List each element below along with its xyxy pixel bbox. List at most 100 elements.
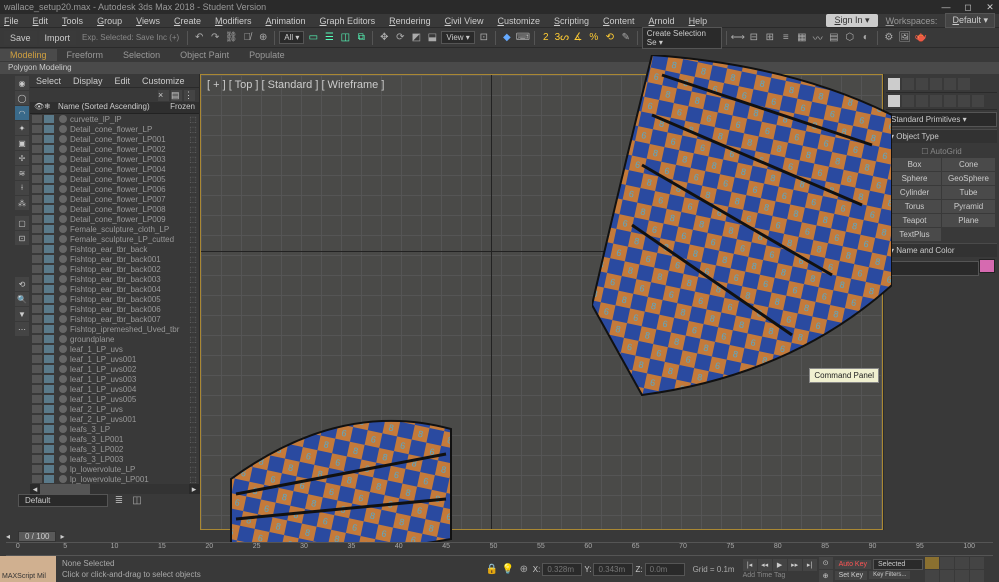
visibility-toggle-icon[interactable] <box>32 445 42 453</box>
visibility-toggle-icon[interactable] <box>32 195 42 203</box>
render-setup-icon[interactable]: ⚙ <box>882 31 896 45</box>
scene-item[interactable]: leafs_3_LP002⬚ <box>30 444 199 454</box>
freeze-toggle-icon[interactable] <box>44 285 54 293</box>
lock-icon[interactable]: ⬚ <box>189 475 197 484</box>
z-coord-input[interactable] <box>645 563 685 576</box>
workspace-dropdown[interactable]: Default ▾ <box>945 13 995 28</box>
lock-icon[interactable]: ⬚ <box>189 355 197 364</box>
motion-panel-icon[interactable] <box>930 78 942 90</box>
scene-item[interactable]: Fishtop_ear_tbr_back003⬚ <box>30 274 199 284</box>
freeze-toggle-icon[interactable] <box>44 235 54 243</box>
primitive-cylinder-button[interactable]: Cylinder <box>888 186 941 199</box>
display-geom-icon[interactable]: ◯ <box>15 91 29 105</box>
lock-icon[interactable]: ⬚ <box>189 335 197 344</box>
toggle-ribbon-icon[interactable]: ▦ <box>795 31 809 45</box>
setkey-button[interactable]: Set Key <box>835 571 868 580</box>
time-ruler[interactable]: 0510152025303540455055606570758085909510… <box>6 542 993 556</box>
scene-item[interactable]: groundplane⬚ <box>30 334 199 344</box>
lock-icon[interactable]: ⬚ <box>189 135 197 144</box>
menu-tools[interactable]: Tools <box>62 16 83 26</box>
display-all-icon[interactable]: ◉ <box>15 76 29 90</box>
scene-item[interactable]: Detail_cone_flower_LP005⬚ <box>30 174 199 184</box>
visibility-toggle-icon[interactable] <box>32 465 42 473</box>
visibility-toggle-icon[interactable] <box>32 365 42 373</box>
shapes-cat-icon[interactable] <box>902 95 914 107</box>
freeze-toggle-icon[interactable] <box>44 475 54 483</box>
display-panel-icon[interactable] <box>944 78 956 90</box>
find-close-icon[interactable]: × <box>158 90 169 101</box>
dope-sheet-icon[interactable]: ▤ <box>827 31 841 45</box>
freeze-toggle-icon[interactable] <box>44 385 54 393</box>
viewport-label[interactable]: [ + ] [ Top ] [ Standard ] [ Wireframe ] <box>207 79 384 91</box>
signin-button[interactable]: Sign In ▾ <box>826 14 877 27</box>
lock-icon[interactable]: ⬚ <box>189 225 197 234</box>
primitive-plane-button[interactable]: Plane <box>942 214 995 227</box>
freeze-toggle-icon[interactable] <box>44 375 54 383</box>
menu-edit[interactable]: Edit <box>33 16 49 26</box>
manipulate-icon[interactable]: ◆ <box>500 31 514 45</box>
region-rect-icon[interactable]: ◫ <box>338 31 352 45</box>
scene-item[interactable]: Fishtop_ear_tbr_back006⬚ <box>30 304 199 314</box>
lock-icon[interactable]: ⬚ <box>189 445 197 454</box>
freeze-column-icon[interactable]: ❄ <box>44 102 54 113</box>
visibility-toggle-icon[interactable] <box>32 375 42 383</box>
save-button[interactable]: Save <box>4 31 37 45</box>
viewport[interactable]: [ + ] [ Top ] [ Standard ] [ Wireframe ]… <box>200 74 883 530</box>
category-dropdown[interactable]: Standard Primitives ▾ <box>886 112 997 127</box>
display-helpers-icon[interactable]: ✢ <box>15 151 29 165</box>
primitive-box-button[interactable]: Box <box>888 158 941 171</box>
freeze-toggle-icon[interactable] <box>44 225 54 233</box>
pan-icon[interactable] <box>940 570 954 582</box>
visibility-toggle-icon[interactable] <box>32 165 42 173</box>
scene-item[interactable]: curvette_lP_lP⬚ <box>30 114 199 124</box>
timeconfig-icon[interactable]: ⊕ <box>819 570 833 582</box>
mirror-icon[interactable]: ⟷ <box>731 31 745 45</box>
schematic-icon[interactable]: ⬡ <box>843 31 857 45</box>
select-icon[interactable]: ▭ <box>306 31 320 45</box>
filter-icon[interactable]: ▼ <box>15 307 29 321</box>
primitive-sphere-button[interactable]: Sphere <box>888 172 941 185</box>
bind-icon[interactable]: ⊕ <box>256 31 270 45</box>
menu-content[interactable]: Content <box>603 16 635 26</box>
align-icon[interactable]: ⊟ <box>747 31 761 45</box>
scene-item[interactable]: lp_lowervolute_LP001⬚ <box>30 474 199 484</box>
primitive-teapot-button[interactable]: Teapot <box>888 214 941 227</box>
lock-icon[interactable]: ⬚ <box>189 265 197 274</box>
freeze-toggle-icon[interactable] <box>44 435 54 443</box>
time-slider[interactable]: 0 / 100 <box>18 531 56 542</box>
scene-item[interactable]: Fishtop_ear_tbr_back002⬚ <box>30 264 199 274</box>
next-frame-icon[interactable]: ▸▸ <box>788 559 802 571</box>
scene-item[interactable]: leaf_1_LP_uvs005⬚ <box>30 394 199 404</box>
field-of-view-icon[interactable] <box>925 570 939 582</box>
undo-icon[interactable]: ↶ <box>192 31 206 45</box>
tab-freeform[interactable]: Freeform <box>57 49 114 61</box>
link-icon[interactable]: ⛓ <box>224 31 238 45</box>
move-icon[interactable]: ✥ <box>377 31 391 45</box>
lock-icon[interactable]: ⬚ <box>189 145 197 154</box>
lights-cat-icon[interactable] <box>916 95 928 107</box>
primitive-pyramid-button[interactable]: Pyramid <box>942 200 995 213</box>
lock-icon[interactable]: ⬚ <box>189 395 197 404</box>
rotate-icon[interactable]: ⟳ <box>393 31 407 45</box>
primitive-torus-button[interactable]: Torus <box>888 200 941 213</box>
freeze-toggle-icon[interactable] <box>44 325 54 333</box>
lock-icon[interactable]: ⬚ <box>189 235 197 244</box>
lock-icon[interactable]: ⬚ <box>189 315 197 324</box>
scene-item[interactable]: Detail_cone_flower_LP004⬚ <box>30 164 199 174</box>
add-timetag-button[interactable]: Add Time Tag <box>743 572 786 579</box>
object-name-input[interactable] <box>888 261 979 276</box>
visibility-toggle-icon[interactable] <box>32 285 42 293</box>
scene-list[interactable]: curvette_lP_lP⬚Detail_cone_flower_LP⬚Det… <box>30 114 199 484</box>
name-color-rollout[interactable]: ▾ Name and Color <box>886 243 997 257</box>
visibility-toggle-icon[interactable] <box>32 275 42 283</box>
visibility-toggle-icon[interactable] <box>32 205 42 213</box>
freeze-toggle-icon[interactable] <box>44 185 54 193</box>
visibility-toggle-icon[interactable] <box>32 325 42 333</box>
layer-add-icon[interactable]: ◫ <box>130 493 144 507</box>
visibility-toggle-icon[interactable] <box>32 455 42 463</box>
scene-item[interactable]: Detail_cone_flower_LP006⬚ <box>30 184 199 194</box>
selection-filter-dropdown[interactable]: All ▾ <box>279 31 304 44</box>
freeze-toggle-icon[interactable] <box>44 365 54 373</box>
systems-cat-icon[interactable] <box>972 95 984 107</box>
align-quick-icon[interactable]: ⊞ <box>763 31 777 45</box>
